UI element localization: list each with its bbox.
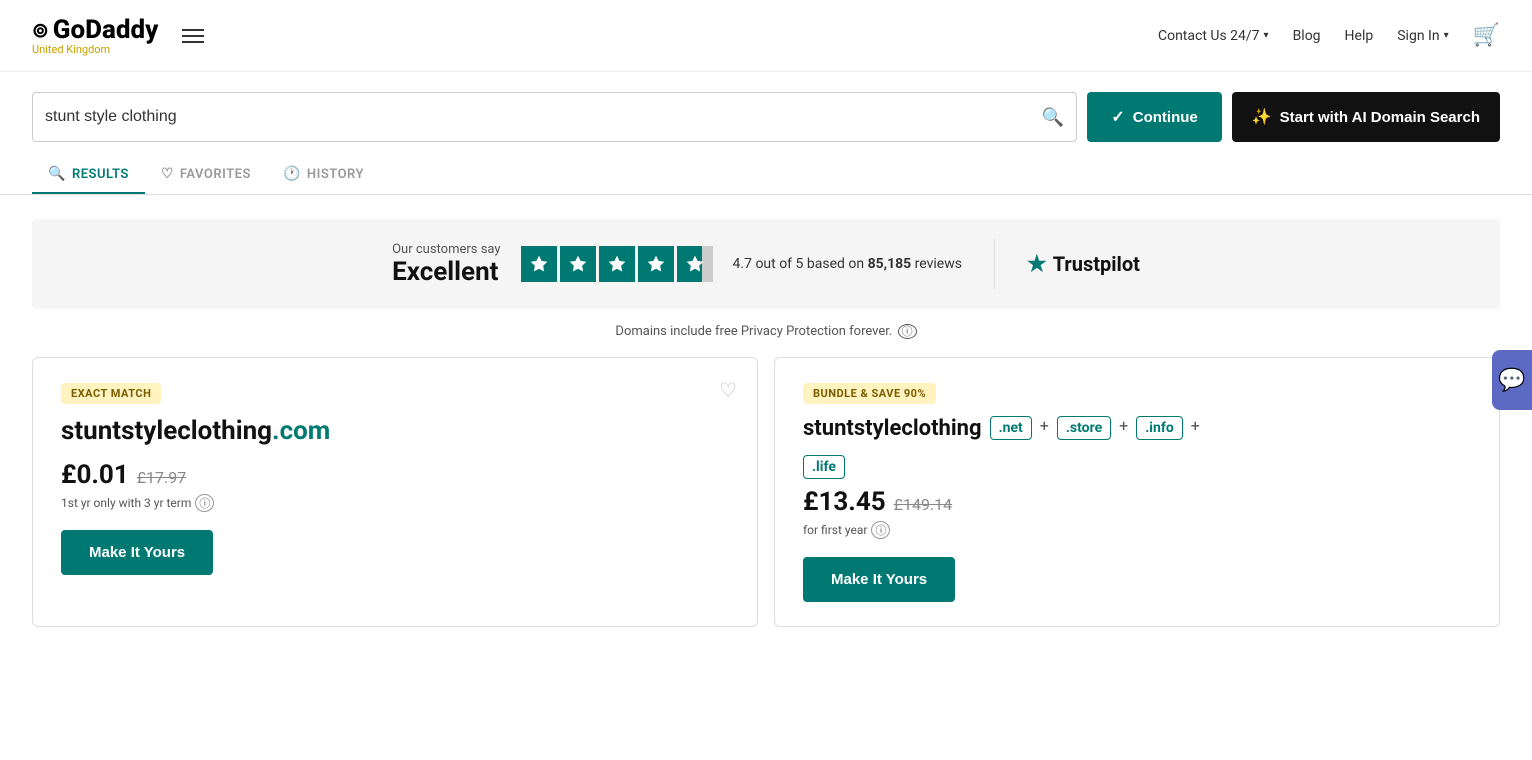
logo-icon: ⊚: [32, 18, 49, 42]
domain-name-exact: stuntstyleclothing.com: [61, 416, 729, 446]
price-old-exact: £17.97: [137, 468, 187, 487]
ai-label: Start with AI Domain Search: [1280, 109, 1480, 126]
ai-domain-search-button[interactable]: ✨ Start with AI Domain Search: [1232, 92, 1500, 142]
signin-link[interactable]: Sign In ▾: [1397, 28, 1448, 44]
tabs-nav: 🔍 RESULTS ♡ FAVORITES 🕐 HISTORY: [0, 156, 1532, 195]
trustpilot-name: Trustpilot: [1053, 252, 1140, 276]
header-left: ⊚ GoDaddy United Kingdom: [32, 15, 208, 56]
price-note-bundle: for first year ⓘ: [803, 521, 1471, 539]
blog-label: Blog: [1293, 28, 1321, 44]
tp-star-icon: ★: [1027, 252, 1047, 277]
trust-divider: [994, 239, 995, 289]
make-it-yours-button-exact[interactable]: Make It Yours: [61, 530, 213, 575]
make-it-yours-button-bundle[interactable]: Make It Yours: [803, 557, 955, 602]
price-current-exact: £0.01: [61, 460, 129, 490]
trust-reviews-label: reviews: [911, 256, 962, 272]
star-5-partial: [677, 246, 713, 282]
star-3: [599, 246, 635, 282]
price-wrap-bundle: £13.45 £149.14: [803, 487, 1471, 517]
search-input[interactable]: [45, 108, 1042, 126]
plus-1: +: [1040, 416, 1049, 435]
trust-review-count: 85,185: [868, 256, 912, 272]
privacy-note-text: Domains include free Privacy Protection …: [615, 324, 892, 339]
logo-name: GoDaddy: [53, 15, 159, 45]
bundle-card: BUNDLE & SAVE 90% stuntstyleclothing .ne…: [774, 357, 1500, 627]
favorites-icon: ♡: [161, 166, 174, 182]
tab-history-label: HISTORY: [307, 167, 364, 182]
price-note-exact: 1st yr only with 3 yr term ⓘ: [61, 494, 729, 512]
bundle-badge: BUNDLE & SAVE 90%: [803, 383, 936, 404]
header: ⊚ GoDaddy United Kingdom Contact Us 24/7…: [0, 0, 1532, 72]
continue-button[interactable]: ✓ Continue: [1087, 92, 1221, 142]
search-section: 🔍 ✓ Continue ✨ Start with AI Domain Sear…: [0, 72, 1532, 142]
logo-text: ⊚ GoDaddy: [32, 15, 158, 45]
exact-match-badge: EXACT MATCH: [61, 383, 161, 404]
tab-history[interactable]: 🕐 HISTORY: [267, 156, 380, 194]
trustpilot-logo[interactable]: ★ Trustpilot: [1027, 252, 1140, 277]
trust-say-label: Our customers say: [392, 242, 500, 257]
help-label: Help: [1345, 28, 1374, 44]
domain-tld-exact: .com: [272, 416, 330, 446]
check-icon: ✓: [1111, 107, 1124, 127]
logo[interactable]: ⊚ GoDaddy United Kingdom: [32, 15, 158, 56]
tab-results-label: RESULTS: [72, 167, 129, 182]
trustpilot-banner: Our customers say Excellent 4.7 out of 5…: [32, 219, 1500, 309]
star-4: [638, 246, 674, 282]
hamburger-line-2: [182, 35, 204, 37]
tld-store-badge: .store: [1057, 416, 1111, 440]
bundle-domain-base: stuntstyleclothing: [803, 416, 982, 441]
tab-results[interactable]: 🔍 RESULTS: [32, 156, 145, 194]
bundle-domain-row: stuntstyleclothing .net + .store + .info…: [803, 416, 1471, 441]
tab-favorites[interactable]: ♡ FAVORITES: [145, 156, 267, 194]
chat-icon: 💬: [1498, 367, 1525, 393]
cart-icon[interactable]: 🛒: [1473, 23, 1500, 48]
blog-link[interactable]: Blog: [1293, 28, 1321, 44]
info-icon-bundle[interactable]: ⓘ: [871, 521, 890, 539]
domain-cards-row: ♡ EXACT MATCH stuntstyleclothing.com £0.…: [32, 357, 1500, 627]
price-note-text-exact: 1st yr only with 3 yr term: [61, 496, 191, 510]
price-old-bundle: £149.14: [894, 495, 952, 514]
contact-link[interactable]: Contact Us 24/7 ▾: [1158, 28, 1269, 44]
star-2: [560, 246, 596, 282]
support-chat-button[interactable]: 💬: [1492, 350, 1532, 410]
price-current-bundle: £13.45: [803, 487, 886, 517]
signin-label: Sign In: [1397, 28, 1439, 44]
chevron-down-icon-signin: ▾: [1444, 30, 1449, 41]
search-bar: 🔍: [32, 92, 1077, 142]
tld-life-badge: .life: [803, 455, 845, 479]
price-wrap-exact: £0.01 £17.97: [61, 460, 729, 490]
tld-info-badge: .info: [1136, 416, 1183, 440]
trust-score: 4.7 out of 5 based on: [733, 256, 868, 272]
history-icon: 🕐: [283, 166, 301, 182]
exact-match-card: ♡ EXACT MATCH stuntstyleclothing.com £0.…: [32, 357, 758, 627]
trust-rating-text: 4.7 out of 5 based on 85,185 reviews: [733, 256, 962, 272]
domain-base-exact: stuntstyleclothing: [61, 416, 272, 446]
ai-icon: ✨: [1252, 107, 1272, 127]
logo-region: United Kingdom: [32, 43, 110, 56]
trust-label-wrap: Our customers say Excellent: [392, 242, 500, 287]
tab-favorites-label: FAVORITES: [180, 167, 251, 182]
info-icon[interactable]: ⓘ: [898, 324, 917, 339]
favorite-button[interactable]: ♡: [719, 378, 737, 403]
hamburger-button[interactable]: [178, 25, 208, 47]
contact-label: Contact Us 24/7: [1158, 28, 1260, 44]
header-right: Contact Us 24/7 ▾ Blog Help Sign In ▾ 🛒: [1158, 23, 1500, 48]
privacy-note: Domains include free Privacy Protection …: [0, 323, 1532, 339]
hamburger-line-3: [182, 41, 204, 43]
price-note-text-bundle: for first year: [803, 523, 867, 537]
help-link[interactable]: Help: [1345, 28, 1374, 44]
plus-2: +: [1119, 416, 1128, 435]
tld-net-badge: .net: [990, 416, 1032, 440]
search-icon-button[interactable]: 🔍: [1042, 107, 1064, 128]
trust-rating-word: Excellent: [392, 257, 498, 287]
trust-stars: [521, 246, 713, 282]
star-1: [521, 246, 557, 282]
info-icon-exact[interactable]: ⓘ: [195, 494, 214, 512]
hamburger-line-1: [182, 29, 204, 31]
results-icon: 🔍: [48, 166, 66, 182]
plus-3: +: [1191, 416, 1200, 435]
chevron-down-icon: ▾: [1264, 30, 1269, 41]
continue-label: Continue: [1133, 109, 1198, 126]
